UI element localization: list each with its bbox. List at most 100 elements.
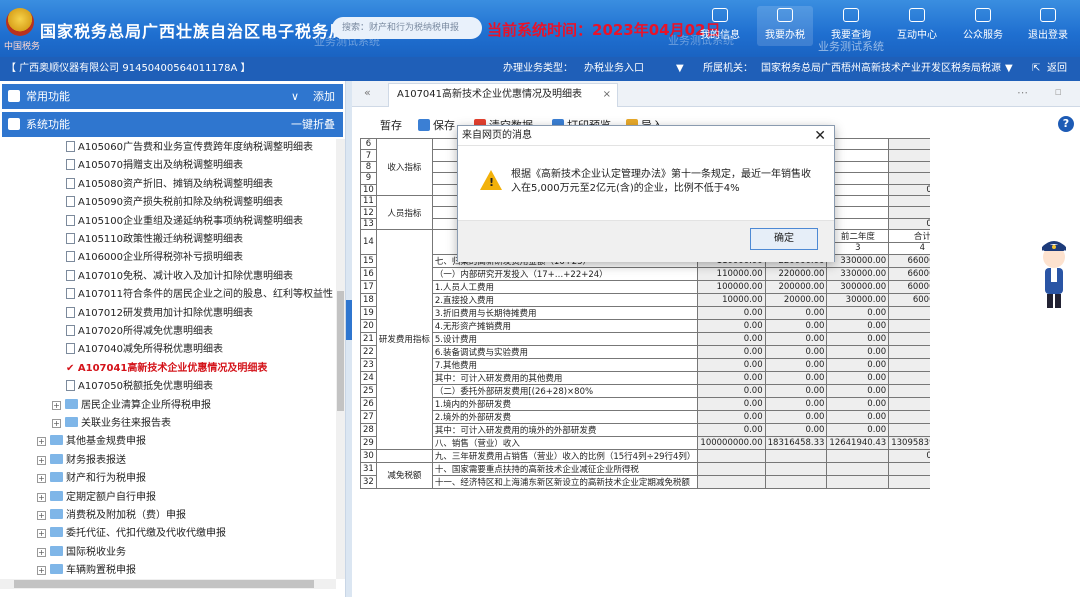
cell-prior-year[interactable]: 0.00 bbox=[764, 344, 828, 359]
cell-prior-year[interactable]: 0.00 bbox=[764, 422, 828, 437]
nav-interaction[interactable]: 互动中心 bbox=[889, 6, 945, 46]
sidebar-tree-item[interactable]: A105100企业重组及递延纳税事项纳税调整明细表 bbox=[66, 213, 303, 231]
cell-current-year[interactable] bbox=[697, 448, 766, 463]
sidebar-tree-item[interactable]: + 定期定额户自行申报 bbox=[37, 489, 156, 507]
ok-button[interactable]: 确定 bbox=[750, 228, 818, 250]
expand-icon[interactable]: + bbox=[37, 547, 46, 557]
cell-prior-two-year[interactable] bbox=[826, 474, 890, 489]
save-temp-button[interactable]: 暂存 bbox=[380, 117, 402, 135]
cell-prior-two-year[interactable] bbox=[826, 172, 890, 185]
expand-icon[interactable]: + bbox=[37, 437, 46, 447]
cell-prior-year[interactable] bbox=[764, 474, 828, 489]
cell-prior-two-year[interactable]: 0.00 bbox=[826, 331, 890, 346]
common-functions-header[interactable]: 常用功能 ∨ 添加 bbox=[2, 84, 343, 109]
authority-select[interactable]: 国家税务总局广西梧州高新技术产业开发区税务局税源 bbox=[761, 57, 1009, 81]
collapse-all-button[interactable]: 一键折叠 bbox=[291, 112, 335, 137]
sidebar-tree-item[interactable]: A107012研发费用加计扣除优惠明细表 bbox=[66, 305, 253, 323]
cell-current-year[interactable]: 110000.00 bbox=[697, 266, 766, 281]
nav-my-info[interactable]: 我的信息 bbox=[692, 6, 748, 46]
sidebar-tree-item[interactable]: + 关联业务往来报告表 bbox=[52, 415, 171, 433]
service-assistant-avatar[interactable] bbox=[1036, 235, 1072, 315]
cell-prior-year[interactable]: 0.00 bbox=[764, 318, 828, 333]
sidebar-tree-item[interactable]: A105080资产折旧、摊销及纳税调整明细表 bbox=[66, 176, 273, 194]
sidebar-tree-item[interactable]: + 车辆购置税申报 bbox=[37, 562, 136, 579]
cell-prior-year[interactable]: 0.00 bbox=[764, 331, 828, 346]
scrollbar-thumb[interactable] bbox=[337, 291, 344, 411]
cell-prior-two-year[interactable]: 0.00 bbox=[826, 370, 890, 385]
cell-prior-year[interactable]: 220000.00 bbox=[764, 266, 828, 281]
maximize-icon[interactable]: ▫ bbox=[1055, 85, 1062, 98]
cell-current-year[interactable]: 0.00 bbox=[697, 396, 766, 411]
cell-prior-two-year[interactable] bbox=[826, 206, 890, 219]
sidebar-tree-item[interactable]: + 其他基金规费申报 bbox=[37, 433, 146, 451]
expand-icon[interactable]: + bbox=[52, 419, 61, 428]
sidebar-tree-item[interactable]: + 财产和行为税申报 bbox=[37, 470, 146, 488]
cell-prior-two-year[interactable] bbox=[826, 183, 890, 196]
cell-current-year[interactable]: 0.00 bbox=[697, 331, 766, 346]
cell-prior-two-year[interactable] bbox=[826, 194, 890, 208]
cell-prior-two-year[interactable] bbox=[826, 149, 890, 162]
cell-prior-year[interactable]: 0.00 bbox=[764, 396, 828, 411]
close-icon[interactable]: ✕ bbox=[814, 127, 826, 145]
sidebar-tree-item[interactable]: A107011符合条件的居民企业之间的股息、红利等权益性 bbox=[66, 286, 333, 304]
cell-prior-two-year[interactable]: 300000.00 bbox=[826, 279, 890, 294]
cell-prior-year[interactable]: 0.00 bbox=[764, 305, 828, 320]
expand-icon[interactable]: + bbox=[37, 566, 46, 576]
cell-current-year[interactable]: 10000.00 bbox=[697, 292, 766, 307]
cell-current-year[interactable]: 0.00 bbox=[697, 344, 766, 359]
sidebar-tree-item[interactable]: + 委托代征、代扣代缴及代收代缴申报 bbox=[37, 525, 226, 543]
chevron-down-icon[interactable]: ▼ bbox=[1005, 57, 1013, 81]
cell-prior-year[interactable]: 0.00 bbox=[764, 383, 828, 398]
expand-icon[interactable]: + bbox=[37, 455, 46, 465]
sidebar-tree-item[interactable]: A107050税额抵免优惠明细表 bbox=[66, 378, 213, 396]
nav-do-tax[interactable]: 我要办税 bbox=[757, 6, 813, 46]
cell-prior-two-year[interactable] bbox=[826, 461, 890, 476]
cell-prior-two-year[interactable] bbox=[826, 160, 890, 174]
sidebar-tree-item[interactable]: A105090资产损失税前扣除及纳税调整明细表 bbox=[66, 194, 283, 212]
expand-icon[interactable]: + bbox=[37, 511, 46, 520]
sidebar-tree-item[interactable]: ✔ A107041高新技术企业优惠情况及明细表 bbox=[66, 360, 267, 378]
cell-prior-year[interactable] bbox=[764, 448, 828, 463]
expand-icon[interactable]: + bbox=[37, 529, 46, 539]
cell-prior-two-year[interactable] bbox=[826, 217, 890, 231]
business-type-select[interactable]: 办税业务入口 bbox=[584, 57, 644, 81]
expand-icon[interactable]: + bbox=[37, 474, 46, 484]
add-button[interactable]: ∨ 添加 bbox=[291, 84, 335, 109]
cell-prior-two-year[interactable]: 0.00 bbox=[826, 409, 890, 424]
cell-current-year[interactable]: 0.00 bbox=[697, 422, 766, 437]
cell-prior-year[interactable]: 0.00 bbox=[764, 409, 828, 424]
back-icon[interactable]: ⇱ bbox=[1032, 57, 1040, 81]
cell-current-year[interactable]: 0.00 bbox=[697, 357, 766, 372]
help-icon[interactable]: ? bbox=[1058, 116, 1074, 132]
sidebar-tree-item[interactable]: + 消费税及附加税（费）申报 bbox=[37, 507, 186, 525]
cell-prior-year[interactable]: 0.00 bbox=[764, 370, 828, 385]
cell-current-year[interactable] bbox=[697, 461, 766, 476]
sidebar-tree-item[interactable]: + 居民企业清算企业所得税申报 bbox=[52, 397, 211, 415]
nav-public-service[interactable]: 公众服务 bbox=[955, 6, 1011, 46]
sidebar-tree-item[interactable]: A105110政策性搬迁纳税调整明细表 bbox=[66, 231, 243, 249]
scrollbar-thumb[interactable] bbox=[14, 580, 314, 588]
expand-icon[interactable]: + bbox=[52, 400, 61, 410]
chevron-down-icon[interactable]: ▼ bbox=[676, 57, 684, 81]
sidebar-tree-item[interactable]: A105070捐赠支出及纳税调整明细表 bbox=[66, 157, 243, 175]
close-icon[interactable]: × bbox=[603, 84, 611, 106]
sidebar-tree-item[interactable]: A107010免税、减计收入及加计扣除优惠明细表 bbox=[66, 268, 293, 286]
sidebar-tree-item[interactable]: A107020所得减免优惠明细表 bbox=[66, 323, 213, 341]
cell-prior-two-year[interactable]: 0.00 bbox=[826, 422, 890, 437]
sidebar-tree-item[interactable]: A106000企业所得税弥补亏损明细表 bbox=[66, 249, 243, 267]
cell-prior-two-year[interactable]: 12641940.43 bbox=[826, 435, 890, 450]
sidebar-tree-item[interactable]: A105060广告费和业务宣传费跨年度纳税调整明细表 bbox=[66, 139, 313, 157]
nav-query[interactable]: 我要查询 bbox=[823, 6, 879, 46]
cell-current-year[interactable]: 0.00 bbox=[697, 318, 766, 333]
cell-prior-year[interactable]: 20000.00 bbox=[764, 292, 828, 307]
back-button[interactable]: 返回 bbox=[1047, 57, 1067, 81]
cell-current-year[interactable]: 0.00 bbox=[697, 409, 766, 424]
cell-current-year[interactable]: 0.00 bbox=[697, 370, 766, 385]
cell-prior-two-year[interactable]: 330000.00 bbox=[826, 253, 890, 268]
save-button[interactable]: 保存 bbox=[418, 117, 455, 135]
cell-current-year[interactable]: 100000000.00 bbox=[697, 435, 766, 450]
cell-prior-year[interactable] bbox=[764, 461, 828, 476]
cell-prior-two-year[interactable]: 0.00 bbox=[826, 305, 890, 320]
cell-prior-year[interactable]: 0.00 bbox=[764, 357, 828, 372]
cell-prior-two-year[interactable]: 330000.00 bbox=[826, 266, 890, 281]
